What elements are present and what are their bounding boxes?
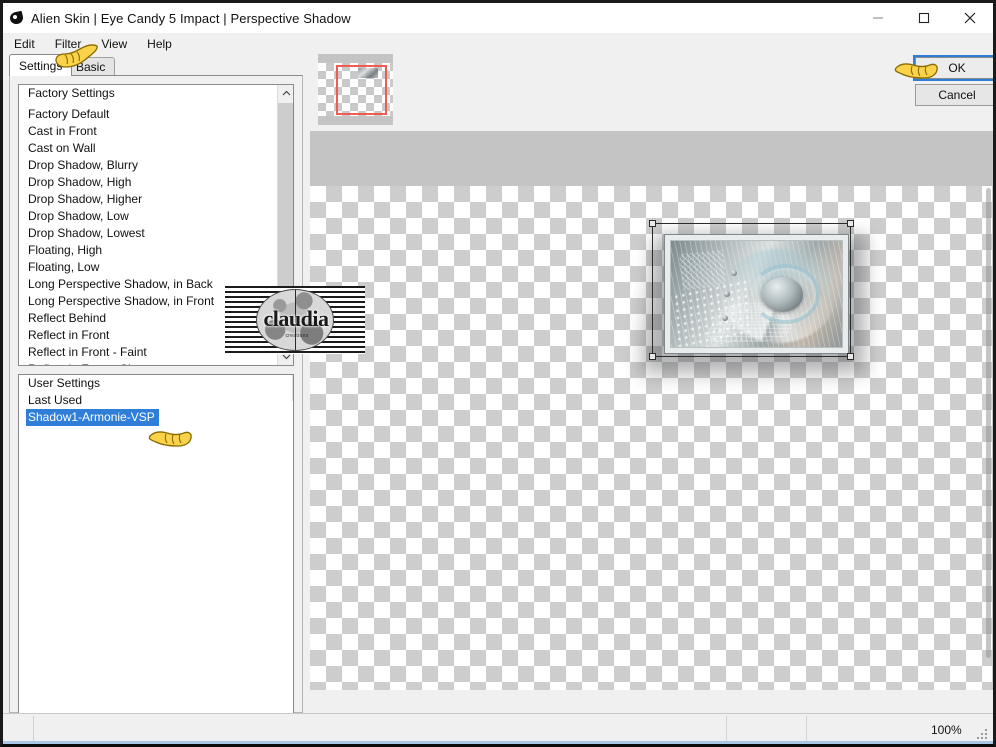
scrollbar-thumb[interactable] <box>986 188 991 658</box>
application-window: Alien Skin | Eye Candy 5 Impact | Perspe… <box>0 0 996 747</box>
menu-item-help[interactable]: Help <box>138 35 181 53</box>
list-item[interactable]: Drop Shadow, Low <box>19 208 278 225</box>
menu-item-edit[interactable]: Edit <box>5 35 44 53</box>
selection-handle-top-left[interactable] <box>649 220 656 227</box>
title-bar: Alien Skin | Eye Candy 5 Impact | Perspe… <box>3 3 993 33</box>
preview-canvas[interactable] <box>310 131 993 690</box>
settings-tab-body: Factory Settings Factory Default Cast in… <box>9 75 303 744</box>
close-icon[interactable] <box>947 3 993 33</box>
user-settings-header: User Settings <box>28 376 101 390</box>
tab-settings[interactable]: Settings <box>9 54 73 76</box>
menu-item-filter[interactable]: Filter <box>46 35 91 53</box>
selection-bounding-box[interactable] <box>649 220 854 360</box>
watermark-subtext: creations <box>285 333 309 339</box>
divider <box>33 716 34 743</box>
list-item[interactable]: Last Used <box>19 392 293 409</box>
watermark-text: claudia <box>263 306 329 331</box>
list-item[interactable]: Drop Shadow, Lowest <box>19 225 278 242</box>
list-item[interactable]: Drop Shadow, High <box>19 174 278 191</box>
tab-strip: Settings Basic <box>9 54 309 76</box>
canvas-bottom-strip <box>309 690 993 713</box>
preview-panel: Preview Background: None OK Cancel <box>309 54 993 713</box>
claudia-watermark: claudia creations <box>225 286 365 354</box>
accent-strip <box>3 741 993 744</box>
status-panel-message <box>5 716 727 743</box>
left-settings-panel: Settings Basic Factory Settings Factory … <box>3 54 309 744</box>
list-item-selected-label: Shadow1-Armonie-VSP <box>26 409 159 426</box>
list-item[interactable]: Drop Shadow, Higher <box>19 191 278 208</box>
user-settings-list[interactable]: User Settings Last Used Shadow1-Armonie-… <box>18 374 294 744</box>
window-controls <box>855 3 993 33</box>
zoom-level-indicator: 100% <box>931 722 962 737</box>
selection-handle-top-right[interactable] <box>847 220 854 227</box>
list-item[interactable]: Drop Shadow, Blurry <box>19 157 278 174</box>
list-item[interactable]: Floating, Low <box>19 259 278 276</box>
cancel-button[interactable]: Cancel <box>915 84 993 106</box>
list-item[interactable]: Floating, High <box>19 242 278 259</box>
divider <box>292 375 293 401</box>
menu-item-view[interactable]: View <box>92 35 136 53</box>
list-item-selected[interactable]: Shadow1-Armonie-VSP <box>19 409 293 426</box>
maximize-icon[interactable] <box>901 3 947 33</box>
status-bar: 100% <box>3 713 993 744</box>
list-item[interactable]: Reflect in Front - Sharp <box>19 361 278 365</box>
window-title: Alien Skin | Eye Candy 5 Impact | Perspe… <box>31 10 351 26</box>
chevron-up-icon[interactable] <box>278 85 293 102</box>
list-item[interactable]: Cast in Front <box>19 123 278 140</box>
selection-handle-bottom-left[interactable] <box>649 353 656 360</box>
ok-button[interactable]: OK <box>913 55 993 81</box>
list-item[interactable]: Cast on Wall <box>19 140 278 157</box>
resize-grip[interactable] <box>977 729 989 741</box>
teardrop-icon <box>8 10 25 26</box>
preview-toolbar: Preview Background: None OK Cancel <box>309 54 993 178</box>
navigator-thumbnail[interactable] <box>318 54 393 125</box>
canvas-top-band <box>310 131 992 186</box>
canvas-vertical-scrollbar[interactable] <box>985 186 992 690</box>
menu-bar: Edit Filter View Help <box>3 33 993 54</box>
navigator-viewport-rect[interactable] <box>336 65 387 115</box>
factory-settings-header: Factory Settings <box>28 86 115 100</box>
list-item[interactable]: Factory Default <box>19 106 278 123</box>
minimize-icon[interactable] <box>855 3 901 33</box>
window-inner: Alien Skin | Eye Candy 5 Impact | Perspe… <box>3 3 993 744</box>
selection-handle-bottom-right[interactable] <box>847 353 854 360</box>
status-panel-secondary <box>727 716 807 743</box>
tab-basic[interactable]: Basic <box>66 57 116 76</box>
